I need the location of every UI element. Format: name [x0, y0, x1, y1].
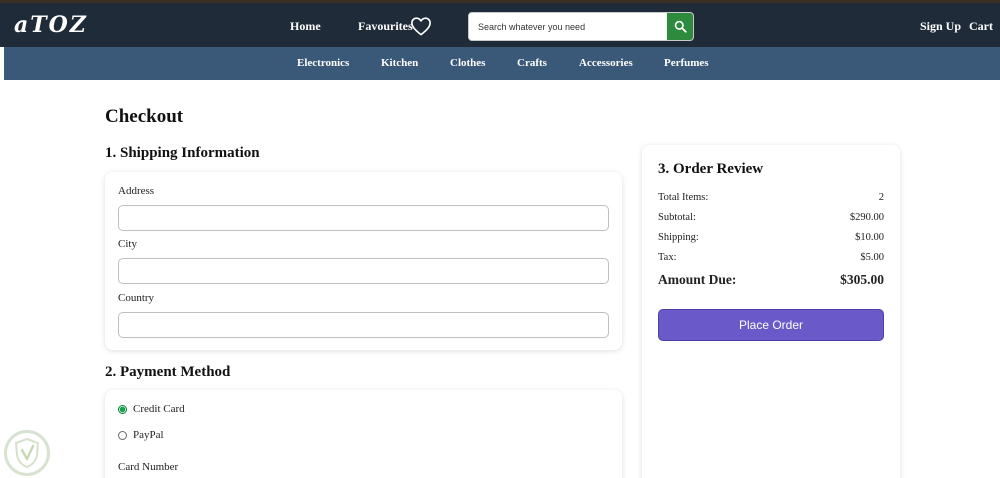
nav-home-link[interactable]: Home: [290, 19, 321, 34]
search-icon: [674, 20, 687, 33]
category-clothes[interactable]: Clothes: [450, 57, 485, 69]
search-bar: [468, 12, 694, 41]
page-title: Checkout: [105, 106, 184, 127]
address-label: Address: [118, 185, 155, 197]
subtotal-label: Subtotal:: [658, 212, 696, 223]
site-logo[interactable]: aTOZ: [14, 12, 88, 38]
total-items-label: Total Items:: [658, 192, 709, 203]
order-review-title: 3. Order Review: [658, 161, 764, 177]
address-field[interactable]: [118, 205, 609, 231]
shipping-form-card: Address City Country: [105, 172, 622, 350]
amount-due-value: $305.00: [840, 272, 884, 287]
search-button[interactable]: [667, 13, 693, 40]
amount-due-row: Amount Due: $305.00: [658, 272, 884, 290]
card-number-label: Card Number: [118, 461, 179, 473]
paypal-radio[interactable]: [118, 431, 127, 440]
city-field[interactable]: [118, 258, 609, 284]
shield-logo-icon: [4, 430, 50, 476]
category-perfumes[interactable]: Perfumes: [664, 57, 709, 69]
shipping-section-title: 1. Shipping Information: [105, 145, 260, 161]
shipping-cost-value: $10.00: [855, 232, 884, 243]
payment-form-card: Credit Card PayPal Card Number: [105, 390, 622, 478]
nav-favourites-link[interactable]: Favourites: [358, 19, 413, 34]
credit-card-radio[interactable]: [118, 405, 127, 414]
tax-row: Tax: $5.00: [658, 252, 884, 266]
paypal-label[interactable]: PayPal: [133, 429, 164, 441]
category-electronics[interactable]: Electronics: [297, 57, 349, 69]
category-accessories[interactable]: Accessories: [579, 57, 633, 69]
amount-due-label: Amount Due:: [658, 272, 737, 287]
credit-card-label[interactable]: Credit Card: [133, 403, 185, 415]
country-label: Country: [118, 292, 155, 304]
country-field[interactable]: [118, 312, 609, 338]
category-kitchen[interactable]: Kitchen: [381, 57, 418, 69]
category-crafts[interactable]: Crafts: [517, 57, 547, 69]
nav-cart-link[interactable]: Cart: [969, 19, 993, 34]
top-navbar: aTOZ Home Favourites Sign Up Cart: [0, 0, 1000, 47]
search-input[interactable]: [469, 13, 668, 40]
total-items-row: Total Items: 2: [658, 192, 884, 206]
tax-value: $5.00: [860, 252, 884, 263]
category-bar: Electronics Kitchen Clothes Crafts Acces…: [4, 47, 1000, 80]
order-review-card: 3. Order Review Total Items: 2 Subtotal:…: [642, 145, 900, 478]
nav-signup-link[interactable]: Sign Up: [920, 19, 961, 34]
tax-label: Tax:: [658, 252, 677, 263]
shipping-cost-label: Shipping:: [658, 232, 699, 243]
subtotal-value: $290.00: [849, 212, 884, 223]
place-order-button[interactable]: Place Order: [658, 309, 884, 341]
shipping-cost-row: Shipping: $10.00: [658, 232, 884, 246]
subtotal-row: Subtotal: $290.00: [658, 212, 884, 226]
total-items-value: 2: [878, 192, 884, 203]
heart-icon[interactable]: [410, 16, 432, 36]
city-label: City: [118, 238, 137, 250]
payment-section-title: 2. Payment Method: [105, 364, 231, 380]
